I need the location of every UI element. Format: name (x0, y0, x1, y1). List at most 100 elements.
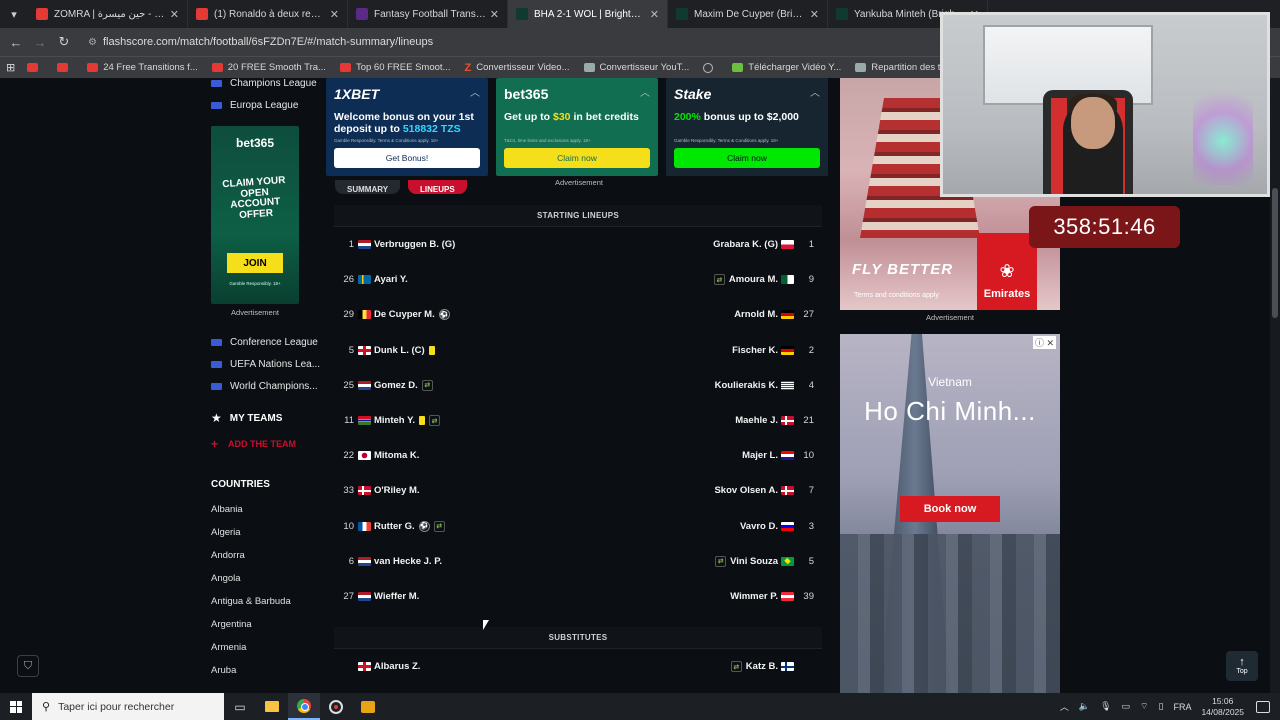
close-tab-icon[interactable]: ✕ (170, 8, 179, 21)
ad-card-bet365[interactable]: bet365 ︿ Get up to $30 in bet credits T&… (496, 78, 658, 176)
home-player[interactable]: 25 Gomez D. ⇄ (334, 379, 578, 391)
home-player[interactable]: 10 Rutter G. ⚽ ⇄ (334, 520, 578, 532)
away-player[interactable]: Grabara K. (G) 1 (578, 239, 822, 250)
mic-icon[interactable]: 🎙 (1100, 701, 1111, 712)
away-player[interactable]: ⇄ Vini Souza 5 (578, 555, 822, 567)
country-item[interactable]: Argentina (211, 613, 321, 636)
sidebar-competition[interactable]: World Champions... (211, 375, 321, 397)
away-player[interactable]: Majer L. 10 (578, 450, 822, 461)
reload-button[interactable]: ↻ (52, 34, 76, 50)
ad-card-1xbet[interactable]: 1XBET ︿ Welcome bonus on your 1st deposi… (326, 78, 488, 176)
away-player[interactable]: Fischer K. 2 (578, 345, 822, 356)
away-player[interactable]: Koulierakis K. 4 (578, 380, 822, 391)
page-scrollbar[interactable] (1270, 78, 1280, 693)
away-player[interactable]: ⇄ Katz B. (578, 661, 822, 672)
away-player[interactable]: Vavro D. 3 (578, 521, 822, 532)
country-item[interactable]: Aruba (211, 659, 321, 682)
battery-icon[interactable]: ▯ (1159, 701, 1164, 712)
home-player[interactable]: 22 Mitoma K. (334, 450, 578, 461)
away-player[interactable]: Maehle J. 21 (578, 415, 822, 426)
away-player[interactable]: Skov Olsen A. 7 (578, 485, 822, 496)
browser-tab[interactable]: BHA 2-1 WOL | Brighton - Wolv ✕ (508, 0, 668, 28)
bookmark-item[interactable]: Convertisseur YouT... (583, 62, 689, 73)
start-button[interactable] (0, 693, 32, 720)
close-tab-icon[interactable]: ✕ (490, 8, 499, 21)
claim-now-button[interactable]: Claim now (504, 148, 650, 168)
close-tab-icon[interactable]: ✕ (650, 8, 659, 21)
vietnam-ad[interactable]: ⓘ ✕ Vietnam Ho Chi Minh... Book now (840, 334, 1060, 693)
site-info-icon[interactable]: ⚙ (88, 37, 97, 48)
tray-chevron-icon[interactable]: ︿ (1060, 700, 1069, 713)
apps-icon[interactable]: ⊞ (6, 61, 15, 74)
url-field[interactable]: ⚙ flashscore.com/match/football/6sFZDn7E… (88, 36, 433, 48)
home-player[interactable]: 26 Ayari Y. (334, 274, 578, 285)
country-item[interactable]: Angola (211, 567, 321, 590)
close-tab-icon[interactable]: ✕ (810, 8, 819, 21)
bookmark-item[interactable]: Télécharger Vidéo Y... (732, 62, 841, 73)
chrome-icon[interactable] (288, 693, 320, 720)
sidebar-competition[interactable]: Champions League (211, 78, 321, 94)
task-view-icon[interactable]: ▭ (224, 693, 256, 720)
away-player[interactable]: Wimmer P. 39 (578, 591, 822, 602)
away-player[interactable]: Arnold M. 27 (578, 309, 822, 320)
bookmark-item[interactable] (27, 63, 43, 72)
sidebar-competition[interactable]: Europa League (211, 94, 321, 116)
home-player[interactable]: Albarus Z. (334, 661, 578, 672)
notifications-icon[interactable] (1256, 700, 1270, 713)
home-player[interactable]: 5 Dunk L. (C) (334, 345, 578, 356)
get-bonus-button[interactable]: Get Bonus! (334, 148, 480, 168)
scroll-thumb[interactable] (1272, 188, 1278, 318)
browser-tab[interactable]: (1) Ronaldo à deux reprises 🔥 ✕ (188, 0, 348, 28)
ad-card-stake[interactable]: Stake ︿ 200% bonus up to $2,000 Gamble R… (666, 78, 828, 176)
network-icon[interactable]: ▭ (1122, 701, 1131, 712)
ad-fine-print: Gamble Responsibly. Terms & Conditions a… (674, 138, 779, 143)
bookmark-item[interactable]: Top 60 FREE Smoot... (339, 62, 450, 73)
country-item[interactable]: Albania (211, 498, 321, 521)
clock[interactable]: 15:06 14/08/2025 (1201, 696, 1244, 716)
collapse-icon[interactable]: ︿ (470, 84, 480, 99)
country-item[interactable]: Antigua & Barbuda (211, 590, 321, 613)
bookmark-item[interactable] (703, 62, 718, 73)
book-now-button[interactable]: Book now (900, 496, 1000, 522)
sidebar-ad[interactable]: bet365 CLAIM YOUR OPEN ACCOUNT OFFER JOI… (211, 126, 299, 304)
home-player-name: O'Riley M. (374, 485, 420, 497)
wifi-icon[interactable]: ⌔ (1140, 701, 1148, 712)
scroll-top-button[interactable]: ↑ Top (1226, 651, 1258, 681)
bookmark-item[interactable]: 20 FREE Smooth Tra... (211, 62, 326, 73)
collapse-icon[interactable]: ︿ (640, 84, 650, 99)
home-player[interactable]: 6 van Hecke J. P. (334, 556, 578, 567)
tab-search-button[interactable]: ▾ (0, 0, 28, 28)
bookmark-item[interactable]: 24 Free Transitions f... (87, 62, 198, 73)
recorder-icon[interactable] (320, 693, 352, 720)
home-player[interactable]: 11 Minteh Y. ⇄ (334, 415, 578, 426)
home-player[interactable]: 1 Verbruggen B. (G) (334, 239, 578, 250)
add-team-link[interactable]: + ADD THE TEAM (211, 437, 321, 451)
taskbar-search[interactable]: ⚲ Taper ici pour rechercher (32, 693, 224, 720)
collapse-icon[interactable]: ︿ (810, 84, 820, 99)
browser-tab[interactable]: ZOMRA | حين ميسرة - YouTu ✕ (28, 0, 188, 28)
sidebar-competition[interactable]: Conference League (211, 331, 321, 353)
browser-tab[interactable]: Fantasy Football Transfers | Fan ✕ (348, 0, 508, 28)
language-indicator[interactable]: FRA (1173, 702, 1191, 712)
ad-choices-icon[interactable]: ⓘ ✕ (1032, 336, 1056, 349)
country-item[interactable]: Andorra (211, 544, 321, 567)
join-button[interactable]: JOIN (227, 253, 283, 273)
home-player[interactable]: 29 De Cuyper M. ⚽ (334, 309, 578, 321)
claim-now-button[interactable]: Claim now (674, 148, 820, 168)
away-player[interactable]: ⇄ Amoura M. 9 (578, 274, 822, 286)
home-player[interactable]: 33 O'Riley M. (334, 485, 578, 496)
home-player[interactable]: 27 Wieffer M. (334, 591, 578, 602)
close-tab-icon[interactable]: ✕ (330, 8, 339, 21)
country-item[interactable]: Armenia (211, 636, 321, 659)
media-app-icon[interactable] (352, 693, 384, 720)
file-explorer-icon[interactable] (256, 693, 288, 720)
country-item[interactable]: Algeria (211, 521, 321, 544)
sidebar-competition[interactable]: UEFA Nations Lea... (211, 353, 321, 375)
privacy-shield-button[interactable]: ⛉ (17, 655, 39, 677)
bookmark-item[interactable] (57, 63, 73, 72)
browser-tab[interactable]: Maxim De Cuyper (Brighton) St ✕ (668, 0, 828, 28)
bookmark-item[interactable]: Z Convertisseur Video... (464, 62, 569, 74)
volume-icon[interactable]: 🔈 (1079, 701, 1090, 712)
forward-button[interactable]: → (28, 35, 52, 50)
back-button[interactable]: ← (4, 35, 28, 50)
